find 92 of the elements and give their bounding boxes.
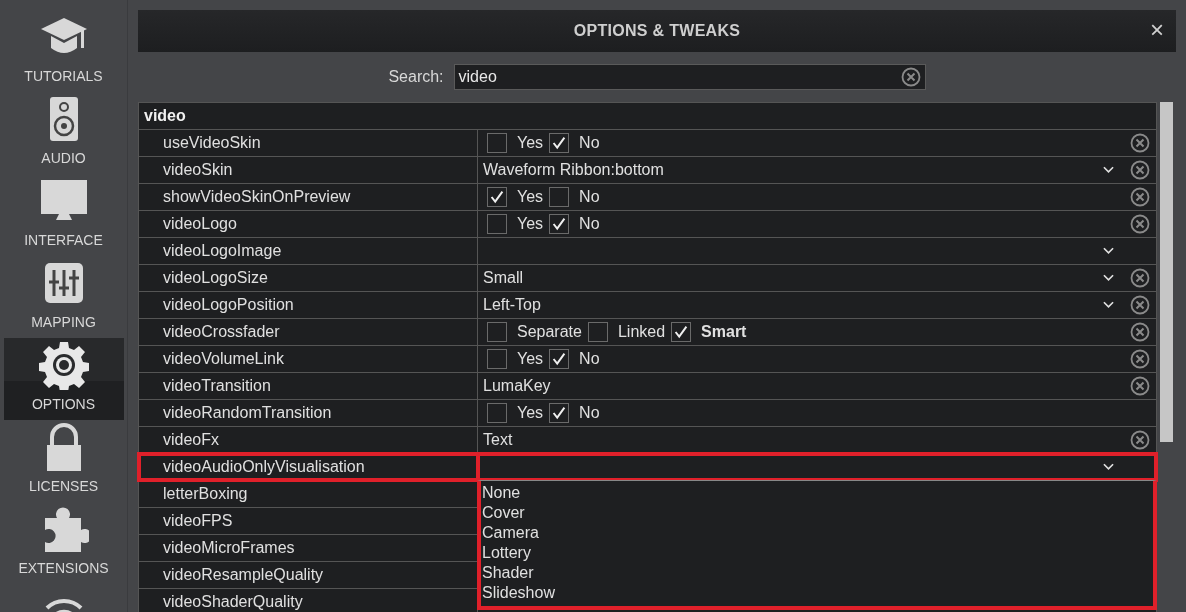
checkbox-label: Yes [517, 188, 544, 206]
caret-icon[interactable] [1103, 301, 1114, 309]
select-value: Left-Top [483, 296, 541, 314]
option-name: videoLogo [139, 211, 478, 237]
checkbox[interactable] [587, 322, 608, 342]
clear-icon[interactable] [1130, 187, 1150, 207]
sidebar-item[interactable]: OPTIONS [3, 338, 124, 420]
option-name: letterBoxing [139, 481, 478, 507]
option-name: videoShaderQuality [139, 589, 478, 612]
clear-icon[interactable] [1130, 295, 1150, 315]
sidebar-label: AUDIO [41, 150, 86, 166]
checkbox-label: No [579, 350, 600, 368]
group-header: video [139, 103, 1156, 130]
option-name: videoVolumeLink [139, 346, 478, 372]
option-name: videoLogoImage [139, 238, 478, 264]
checkbox[interactable] [549, 349, 570, 369]
option-name: videoAudioOnlyVisualisation [139, 454, 478, 480]
clear-icon[interactable] [1130, 349, 1150, 369]
checkbox-label: Yes [517, 404, 544, 422]
option-name: videoResampleQuality [139, 562, 478, 588]
checkbox-label: No [579, 215, 600, 233]
option-name: videoRandomTransition [139, 400, 478, 426]
clear-icon[interactable] [1130, 160, 1150, 180]
select-value: Waveform Ribbon:bottom [483, 161, 664, 179]
dropdown-option[interactable]: Cover [481, 503, 1153, 523]
sidebar-label: INTERFACE [24, 232, 103, 248]
dropdown-option[interactable]: None [481, 483, 1153, 503]
option-name: videoFx [139, 427, 478, 453]
checkbox[interactable] [549, 403, 570, 423]
caret-icon[interactable] [1103, 463, 1114, 471]
checkbox-label: Smart [701, 323, 747, 341]
caret-icon[interactable] [1103, 247, 1114, 255]
sidebar-item[interactable]: EXTENSIONS [3, 502, 124, 584]
dropdown-option[interactable]: Slideshow [481, 583, 1153, 603]
sidebar-item[interactable]: AUDIO [3, 92, 124, 174]
option-name: useVideoSkin [139, 130, 478, 156]
option-name: videoMicroFrames [139, 535, 478, 561]
option-value: LumaKey [483, 377, 551, 395]
option-name: videoSkin [139, 157, 478, 183]
caret-icon[interactable] [1103, 274, 1114, 282]
checkbox[interactable] [549, 187, 570, 207]
scrollbar-thumb[interactable] [1160, 102, 1173, 442]
clear-icon[interactable] [1130, 268, 1150, 288]
sidebar-label: EXTENSIONS [18, 560, 109, 576]
checkbox[interactable] [549, 214, 570, 234]
sidebar-label: OPTIONS [32, 396, 95, 412]
checkbox[interactable] [549, 133, 570, 153]
option-name: showVideoSkinOnPreview [139, 184, 478, 210]
dropdown-option[interactable]: Lottery [481, 543, 1153, 563]
sidebar-label: TUTORIALS [24, 68, 103, 84]
checkbox[interactable] [487, 133, 507, 153]
option-value: Text [483, 431, 513, 449]
checkbox-label: Linked [617, 323, 666, 341]
checkbox-label: No [579, 404, 600, 422]
checkbox-label: Separate [517, 323, 582, 341]
clear-icon[interactable] [900, 67, 921, 87]
dialog-title: OPTIONS & TWEAKS [573, 22, 741, 40]
gear-icon [38, 340, 89, 390]
caret-icon[interactable] [1103, 166, 1114, 174]
checkbox[interactable] [671, 322, 692, 342]
checkbox[interactable] [487, 349, 507, 369]
sidebar-item[interactable]: MAPPING [3, 256, 124, 338]
clear-icon[interactable] [1130, 133, 1150, 153]
search-label: Search: [388, 68, 444, 86]
option-name: videoTransition [139, 373, 478, 399]
clear-icon[interactable] [1130, 376, 1150, 396]
sidebar-item[interactable]: TUTORIALS [3, 10, 124, 92]
checkbox[interactable] [487, 322, 507, 342]
dropdown-option[interactable]: Shader [481, 563, 1153, 583]
checkbox[interactable] [487, 403, 507, 423]
clear-icon[interactable] [1130, 214, 1150, 234]
sidebar-label: LICENSES [28, 478, 99, 494]
dropdown-option[interactable]: Camera [481, 523, 1153, 543]
checkbox-label: No [579, 188, 600, 206]
sidebar-item[interactable]: LICENSES [3, 420, 124, 502]
clear-icon[interactable] [1130, 322, 1150, 342]
search-field[interactable]: video [453, 64, 926, 90]
checkbox-label: Yes [517, 350, 544, 368]
checkbox-label: Yes [517, 134, 544, 152]
clear-icon[interactable] [1130, 430, 1150, 450]
sidebar-item[interactable]: INTERFACE [3, 174, 124, 256]
select-value: Small [483, 269, 523, 287]
option-name: videoCrossfader [139, 319, 478, 345]
option-name: videoLogoSize [139, 265, 478, 291]
checkbox[interactable] [487, 214, 507, 234]
close-button[interactable]: × [1146, 18, 1168, 42]
checkbox-label: No [579, 134, 600, 152]
option-name: videoFPS [139, 508, 478, 534]
checkbox[interactable] [487, 187, 507, 207]
option-name: videoLogoPosition [139, 292, 478, 318]
sidebar-label: MAPPING [31, 314, 96, 330]
checkbox-label: Yes [517, 215, 544, 233]
